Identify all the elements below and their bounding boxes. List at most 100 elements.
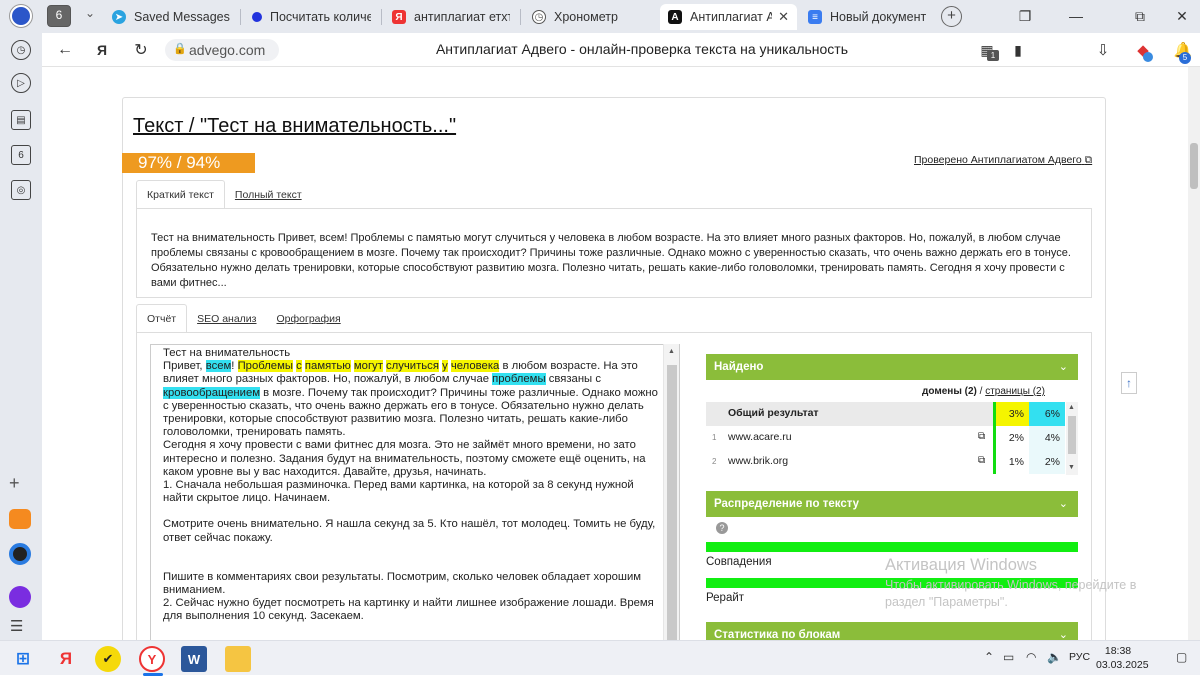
match-highlight: кровообращением <box>163 386 261 399</box>
tab-full-text[interactable]: Полный текст <box>225 180 312 209</box>
text-scrollbar-thumb[interactable] <box>667 365 677 640</box>
found-panel-header[interactable]: Найдено ⌄ <box>706 354 1078 380</box>
tab-brief-text[interactable]: Краткий текст <box>136 180 225 209</box>
bookmark-icon[interactable]: ▮ <box>1007 40 1029 60</box>
distribution-panel-header[interactable]: Распределение по тексту ⌄ <box>706 491 1078 517</box>
match-highlight: Проблемы <box>237 360 293 373</box>
match-highlight: проблемы <box>492 373 546 386</box>
help-icon[interactable]: ? <box>716 522 728 534</box>
percent-cell: 2% <box>1029 450 1065 474</box>
volume-icon[interactable]: 🔈 <box>1047 650 1062 664</box>
report-tabs: Отчёт SEO анализ Орфография <box>136 304 351 333</box>
tab-advego-active[interactable]: A Антиплагиат Ад ✕ <box>660 4 797 30</box>
browser-logo-icon[interactable] <box>10 5 32 27</box>
file-explorer-icon[interactable] <box>225 646 251 672</box>
yandex-browser-icon[interactable]: Y <box>139 646 165 672</box>
page-scrollbar[interactable] <box>1188 67 1200 640</box>
browser-sidebar: ◷ ▷ ▤ 6 ◎ + ☰ <box>0 33 42 640</box>
results-scrollbar-thumb[interactable] <box>1068 416 1076 454</box>
downloads-panel-icon[interactable]: ⇩ <box>1092 40 1114 60</box>
match-highlight: у <box>442 360 448 373</box>
matches-bar <box>706 542 1078 552</box>
checked-text-area[interactable]: Тест на внимательность Привет, всем! Про… <box>150 344 680 640</box>
tab-count-words[interactable]: Посчитать количе <box>244 4 379 30</box>
notification-badge: 5 <box>1179 52 1191 64</box>
yandex-market-icon[interactable]: ✔ <box>95 646 121 672</box>
domains-label[interactable]: домены (2) <box>922 386 977 397</box>
windows-start-icon[interactable]: ⊞ <box>10 646 36 672</box>
tab-report[interactable]: Отчёт <box>136 304 188 333</box>
add-sidebar-icon[interactable]: + <box>9 473 20 494</box>
reload-icon[interactable]: ↻ <box>130 40 152 60</box>
match-highlight: всем <box>205 360 232 373</box>
system-clock[interactable]: 18:38 03.03.2025 <box>1096 644 1149 672</box>
sidebar-menu-icon[interactable]: ☰ <box>10 617 23 635</box>
check-badge <box>1143 52 1153 62</box>
messenger-app-icon[interactable] <box>9 543 31 565</box>
tab-new-document[interactable]: ≡ Новый документ - <box>800 4 938 30</box>
yandex-search-icon[interactable]: Я <box>91 40 113 60</box>
history-icon[interactable]: ◷ <box>11 40 31 60</box>
text-paragraph-1: Привет, всем! Проблемы с памятью могут с… <box>163 360 658 439</box>
table-row[interactable]: 1 www.acare.ru ⧉ 2% 4% <box>706 426 1065 450</box>
address-bar: ← Я ↻ 🔒 advego.com Антиплагиат Адвего - … <box>42 33 1200 67</box>
scroll-up-arrow-icon[interactable]: ▲ <box>668 348 675 355</box>
domains-pages-switch: домены (2) / страницы (2) <box>922 386 1045 397</box>
text-scrollbar[interactable]: ▲ <box>663 344 679 640</box>
back-icon[interactable]: ← <box>54 40 76 60</box>
yandex-app-icon[interactable]: Я <box>53 646 79 672</box>
table-row[interactable]: 2 www.brik.org ⧉ 1% 2% <box>706 450 1065 474</box>
block-stats-panel-header[interactable]: Статистика по блокам ⌄ <box>706 622 1078 640</box>
telegram-icon: ➤ <box>112 10 126 24</box>
mail-app-icon[interactable] <box>9 509 31 529</box>
external-link-icon[interactable]: ⧉ <box>978 455 985 466</box>
play-icon[interactable]: ▷ <box>11 73 31 93</box>
tab-seo-analysis[interactable]: SEO анализ <box>187 304 266 333</box>
results-table: Общий результат 3% 6% 1 www.acare.ru ⧉ 2… <box>706 402 1078 475</box>
windows-activation-title: Активация Windows <box>885 556 1038 574</box>
tab-stopwatch[interactable]: ◷ Хронометр <box>524 4 658 30</box>
battery-icon[interactable]: ▭ <box>1003 650 1014 664</box>
blue-dot-icon <box>252 12 262 22</box>
percent-cell: 3% <box>993 402 1029 426</box>
text-paragraph-6: 2. Сейчас нужно будет посмотреть на карт… <box>163 597 654 623</box>
notifications-icon[interactable]: ▢ <box>1176 650 1187 664</box>
verified-link[interactable]: Проверено Антиплагиатом Адвего ⧉ <box>914 154 1092 167</box>
tabs-count-icon[interactable]: 6 <box>11 145 31 165</box>
tab-spelling[interactable]: Орфография <box>267 304 351 333</box>
matches-label: Совпадения <box>706 556 772 568</box>
scroll-up-arrow-icon[interactable]: ▲ <box>1068 404 1075 411</box>
new-tab-icon[interactable]: + <box>941 6 962 27</box>
tab-count-button[interactable]: 6 <box>47 5 71 27</box>
notes-icon[interactable]: ▤ <box>11 110 31 130</box>
collections-icon[interactable]: ❐ <box>1013 5 1037 27</box>
chevron-down-icon: ⌄ <box>1058 361 1068 373</box>
screenshot-icon[interactable]: ◎ <box>11 180 31 200</box>
tab-antiplagiat-etxt[interactable]: Я антиплагиат етхт <box>384 4 518 30</box>
chevron-down-icon[interactable]: ⌄ <box>78 6 102 26</box>
rewrite-label: Рерайт <box>706 592 745 604</box>
url-field[interactable]: 🔒 advego.com <box>165 39 279 61</box>
match-highlight: памятью <box>304 360 351 373</box>
text-view-tabs: Краткий текст Полный текст <box>136 180 312 209</box>
percent-cell: 1% <box>993 450 1029 474</box>
tray-expand-icon[interactable]: ⌃ <box>984 650 994 664</box>
restore-button[interactable]: ⧉ <box>1128 5 1152 27</box>
tab-saved-messages[interactable]: ➤ Saved Messages <box>104 4 239 30</box>
external-link-icon[interactable]: ⧉ <box>978 431 985 442</box>
scroll-down-arrow-icon[interactable]: ▼ <box>1068 464 1075 471</box>
match-highlight: могут <box>353 360 383 373</box>
lock-icon: 🔒 <box>173 43 187 55</box>
language-indicator[interactable]: РУС <box>1069 651 1090 663</box>
pages-link[interactable]: страницы (2) <box>985 386 1045 397</box>
results-scrollbar[interactable]: ▲ ▼ <box>1066 402 1078 475</box>
close-window-button[interactable]: ✕ <box>1170 5 1194 27</box>
alice-app-icon[interactable] <box>9 586 31 608</box>
wifi-icon[interactable]: ◠ <box>1026 650 1036 664</box>
minimize-button[interactable]: — <box>1064 5 1088 27</box>
scroll-to-top-button[interactable]: ↑ <box>1121 372 1137 394</box>
page-scrollbar-thumb[interactable] <box>1190 143 1198 189</box>
close-tab-icon[interactable]: ✕ <box>778 9 789 25</box>
external-link-icon: ⧉ <box>1084 154 1093 166</box>
word-app-icon[interactable]: W <box>181 646 207 672</box>
